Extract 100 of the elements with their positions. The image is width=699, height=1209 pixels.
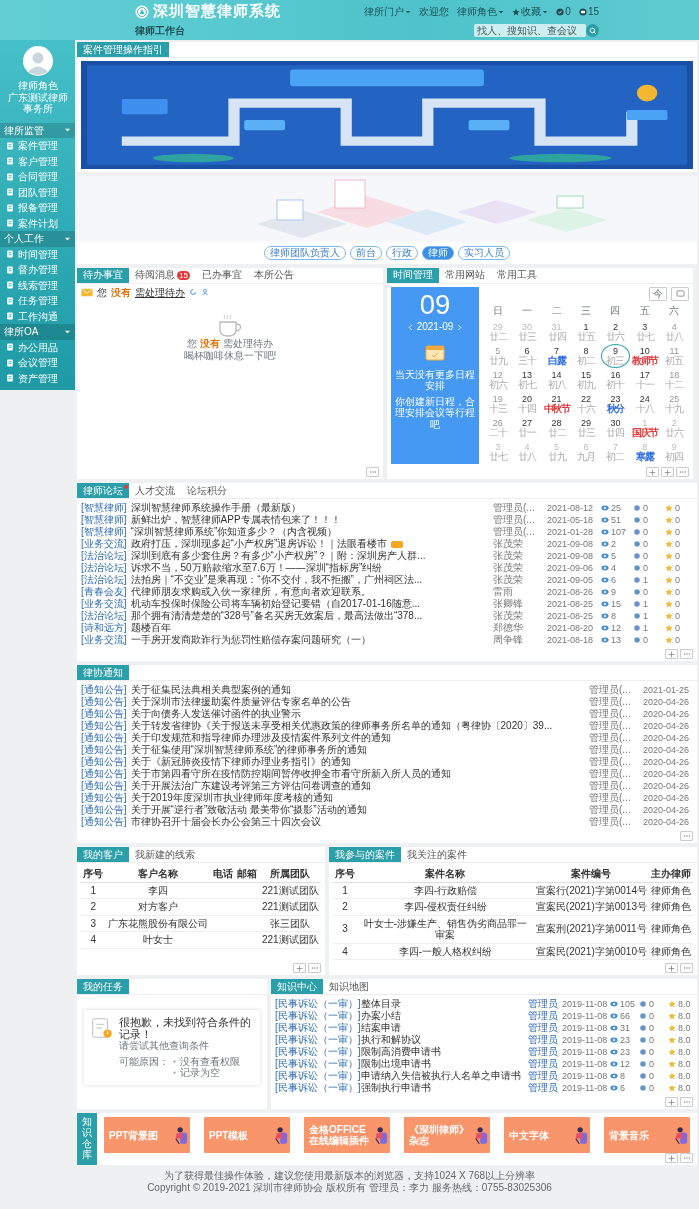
category-label[interactable]: [通知公告] [81,816,127,828]
tab[interactable]: 我的客户 [77,847,129,862]
calendar-day[interactable]: 15 初九 [571,368,601,392]
category-label[interactable]: [青春会友] [81,586,127,598]
category-label[interactable]: [智慧律师] [81,526,127,538]
menu-group-header[interactable]: 律所监管 [0,122,75,138]
category-label[interactable]: [民事诉讼（一审）] [275,1010,361,1022]
category-label[interactable]: [民事诉讼（一审）] [275,1058,361,1070]
tab[interactable]: 我的任务 [77,979,129,994]
category-label[interactable]: [法治论坛] [81,574,127,586]
notice-link[interactable]: 关于深圳市法律援助案件质量评估专家名单的公告 [130,696,351,708]
notice-link[interactable]: 关于2019年度深圳市执业律师年度考核的通知 [130,792,333,804]
calendar-day[interactable]: 3 廿七 [630,320,660,344]
tab[interactable]: 常用工具 [491,267,543,283]
calendar-day[interactable]: 7 白露 [542,344,572,368]
category-label[interactable]: [通知公告] [81,684,127,696]
tab[interactable]: 人才交流 [129,483,181,498]
more-button[interactable] [680,1153,693,1163]
menu-item[interactable]: 会议管理 [0,355,75,371]
message-count[interactable]: 15 [578,5,599,18]
add-button[interactable] [665,649,678,659]
tab[interactable]: 我参与的案件 [329,847,401,862]
category-label[interactable]: [智慧律师] [81,502,127,514]
post-link[interactable]: 代律师朋友求购或入伙一家律所，有意向者欢迎联系。 [130,586,371,598]
tab[interactable]: 我新建的线索 [129,847,201,862]
tab[interactable]: 待阅消息 15 [129,267,196,283]
tab[interactable]: 知识中心 [271,979,323,994]
post-link[interactable]: 机动车投保时保险公司将车辆初始登记要错（自2017-01-16随意... [130,598,421,610]
menu-item[interactable]: 资产管理 [0,370,75,386]
role-tab[interactable]: 实习人员 [458,246,510,260]
category-label[interactable]: [业务交流] [81,598,127,610]
post-link[interactable]: 政府打压，深圳现多起“小产权房”退房诉讼！｜法眼看楼市 [130,538,388,550]
post-link[interactable]: 新鲜出炉，智慧律师APP专属表情包来了！！！ [130,514,341,526]
category-label[interactable]: [通知公告] [81,768,127,780]
tab[interactable]: 知识地图 [323,979,375,994]
tab[interactable]: 本所公告 [247,267,300,283]
category-label[interactable]: [民事诉讼（一审）] [275,1046,361,1058]
menu-group-header[interactable]: 律所OA [0,324,75,340]
notice-link[interactable]: 关于开展“逆行者”致敬活动 最美带你“摄影”活动的通知 [130,804,367,816]
notice-link[interactable]: 关于征集民法典相关典型案例的通知 [130,684,291,696]
category-label[interactable]: [通知公告] [81,792,127,804]
menu-item[interactable]: 办公用品 [0,339,75,355]
category-label[interactable]: [民事诉讼（一审）] [275,1082,361,1094]
tab[interactable]: 论坛积分 [181,483,233,498]
more-button[interactable] [680,963,693,973]
role-tab[interactable]: 律师 [422,246,454,260]
calendar-day[interactable]: 14 初八 [542,368,572,392]
category-label[interactable]: [通知公告] [81,744,127,756]
notice-link[interactable]: 关于向债务人发送催讨函件的执业警示 [130,708,301,720]
category-label[interactable]: [通知公告] [81,720,127,732]
calendar-day[interactable]: 8 初二 [571,344,601,368]
tab[interactable]: 律协通知 [77,665,129,680]
role-tab[interactable]: 行政 [386,246,418,260]
notice-link[interactable]: 关于征集使用“深圳智慧律师系统”的律师事务所的通知 [130,744,368,756]
role-tab[interactable]: 前台 [350,246,382,260]
calendar-day[interactable]: 8 寒露 [630,440,660,464]
more-button[interactable] [366,467,379,477]
calendar-day[interactable]: 2 廿六 [600,320,630,344]
category-label[interactable]: [通知公告] [81,756,127,768]
menu-group-header[interactable]: 个人工作 [0,231,75,247]
today-button[interactable]: 今 [649,286,667,301]
notice-link[interactable]: 关于《新冠肺炎疫情下律师办理业务指引》的通知 [130,756,351,768]
tab[interactable]: 律师论坛 [77,483,129,498]
category-label[interactable]: [通知公告] [81,780,127,792]
more-button[interactable] [680,1097,693,1107]
calendar-day[interactable]: 6 三十 [512,344,542,368]
calendar-day[interactable]: 1 国庆节 [630,416,660,440]
category-label[interactable]: [通知公告] [81,708,127,720]
tab[interactable]: 时间管理 [387,267,439,283]
todo-link[interactable]: 需处理待办 [135,286,185,298]
category-label[interactable]: [法治论坛] [81,610,127,622]
post-link[interactable]: 深圳到底有多少套住房？有多少“小产权房”？｜附：深圳房产人群... [130,550,426,562]
calendar-day[interactable]: 29 廿三 [571,416,601,440]
calendar-day[interactable]: 13 初七 [512,368,542,392]
add-button[interactable] [665,1153,678,1163]
post-link[interactable]: 深圳智慧律师系统操作手册（最新版） [130,502,301,514]
post-link[interactable]: 题楼百年 [130,622,171,634]
tab[interactable]: 我关注的案件 [401,847,473,862]
category-label[interactable]: [通知公告] [81,804,127,816]
calendar-day[interactable]: 12 初六 [483,368,513,392]
task-count[interactable]: 0 [556,5,571,18]
notice-link[interactable]: 市律协召开十届会长办公会第三十四次会议 [130,816,321,828]
calendar-day[interactable]: 24 十八 [630,392,660,416]
calendar-day[interactable]: 23 秋分 [600,392,630,416]
refresh-icon[interactable] [189,288,197,297]
post-link[interactable]: 那个拥有清清楚楚的“328号”备名买房无效案后，最高法做出“378... [130,610,423,622]
menu-link[interactable]: 律所门户 [364,5,412,18]
category-label[interactable]: [法治论坛] [81,550,127,562]
post-link[interactable]: “深圳智慧律师系统”你知道多少？（内含视频） [130,526,338,538]
calendar-day[interactable]: 19 十三 [483,392,513,416]
calendar-day[interactable]: 20 十四 [512,392,542,416]
category-label[interactable]: [诗和远方] [81,622,127,634]
more-button[interactable] [680,649,693,659]
search-field[interactable]: 找人、搜知识、查会议 [474,24,586,38]
category-label[interactable]: [通知公告] [81,696,127,708]
menu-link[interactable]: 律师角色 [457,5,505,18]
category-label[interactable]: [智慧律师] [81,514,127,526]
notice-link[interactable]: 关于转发省律协《关于报送未享受相关优惠政策的律师事务所名单的通知（粤律协〔2020〕39... [130,720,553,732]
calendar-day[interactable]: 4 廿八 [659,320,689,344]
post-link[interactable]: 诉求不当，50万赔款缩水至7.6万！——深圳“指标房”纠纷 [130,562,383,574]
